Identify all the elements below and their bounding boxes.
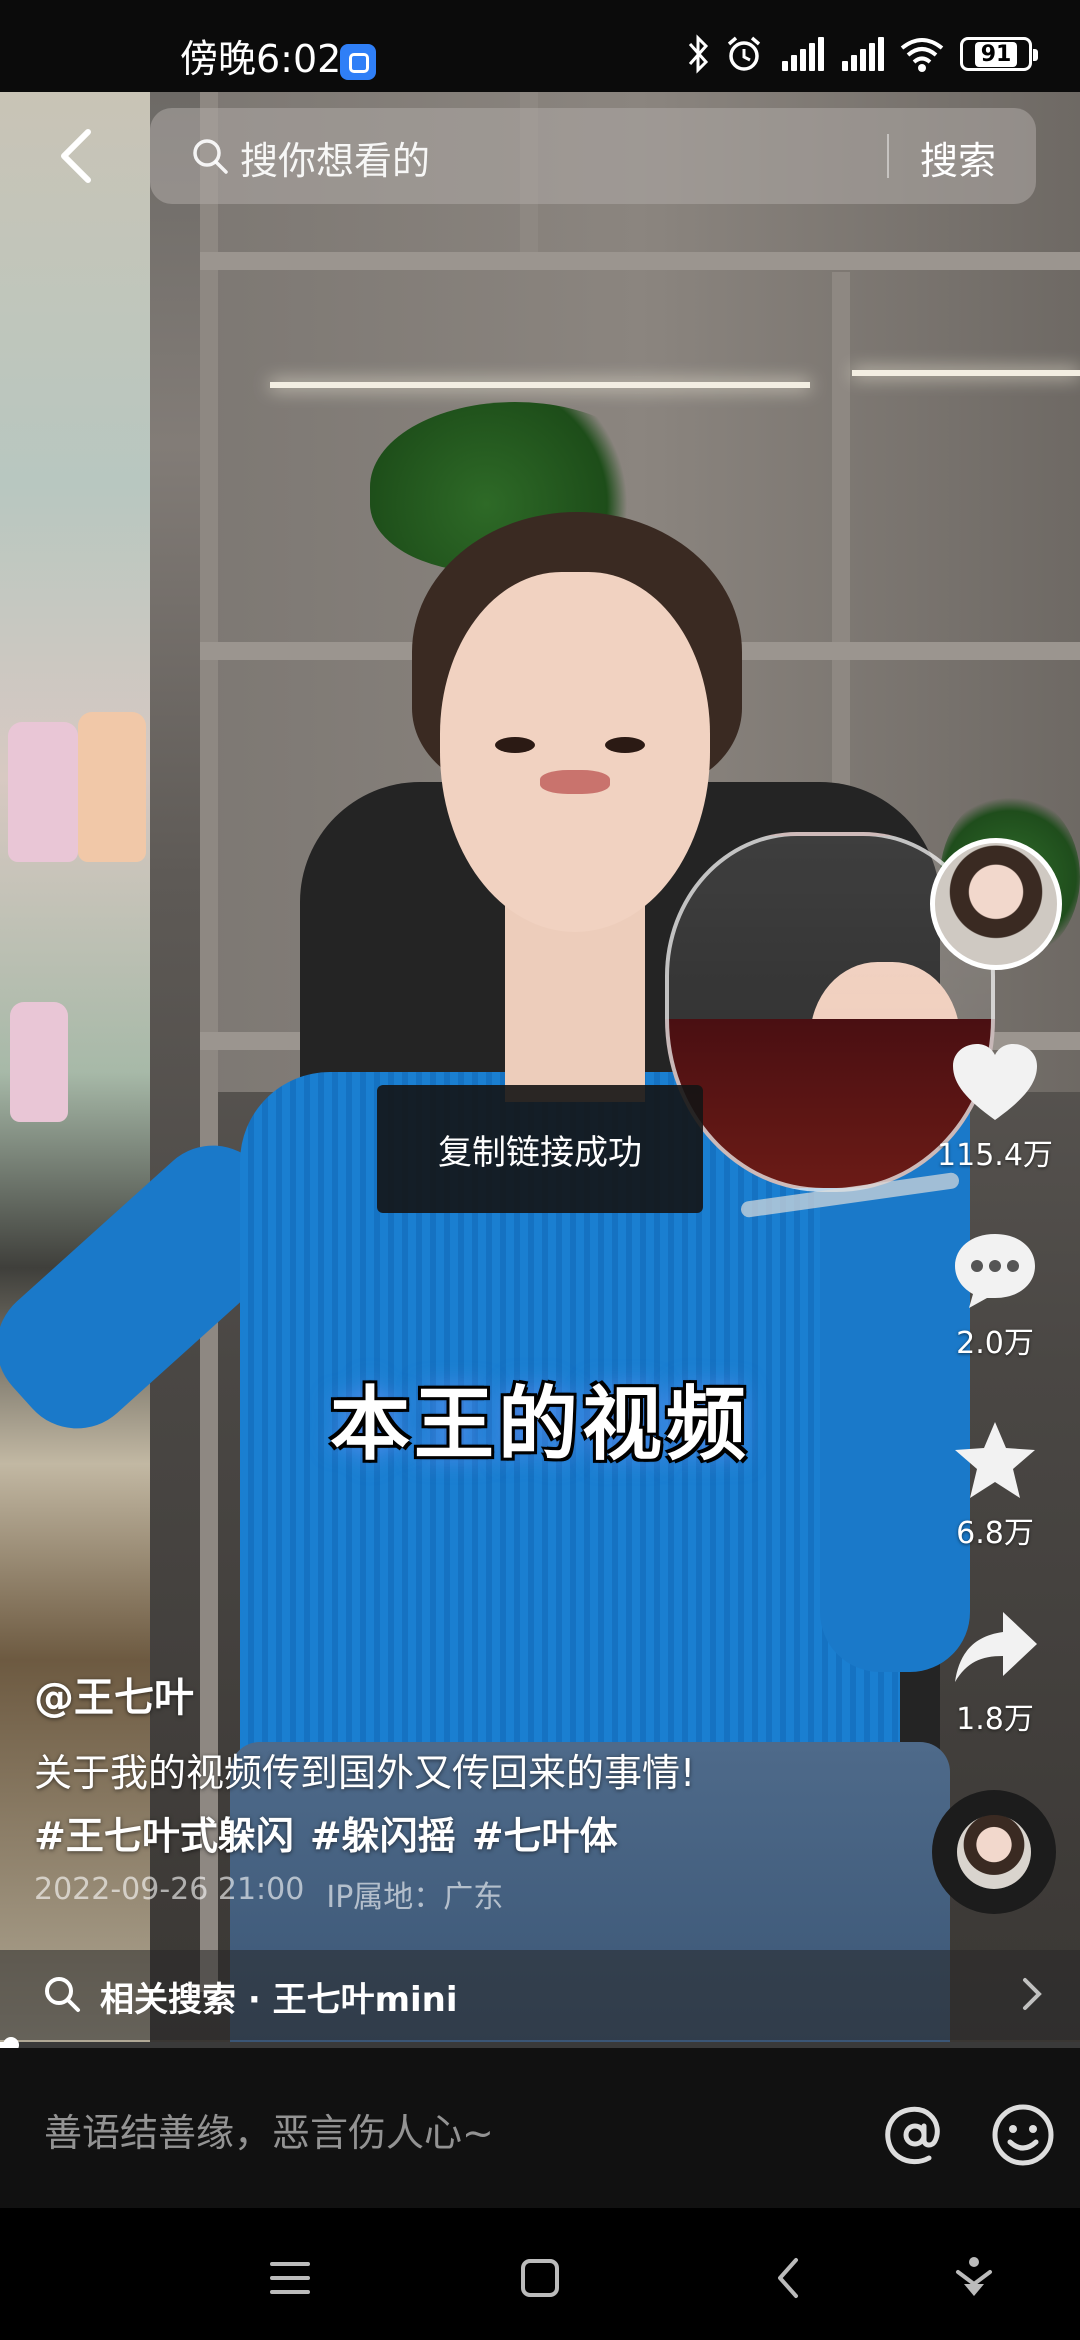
- wifi-icon: [900, 38, 944, 72]
- music-disc[interactable]: [932, 1790, 1056, 1914]
- author-name[interactable]: @王七叶: [34, 1665, 194, 1723]
- star-icon: [955, 1422, 1035, 1498]
- post-meta: 2022-09-26 21:00 IP属地：广东: [34, 1872, 503, 1916]
- mention-button[interactable]: [880, 2100, 950, 2170]
- status-time: 傍晚6:02: [180, 37, 342, 81]
- person-face: [440, 572, 710, 932]
- search-placeholder: 搜你想看的: [240, 139, 431, 183]
- shelf-board: [200, 252, 1080, 270]
- comment-input[interactable]: 善语结善缘，恶言伤人心~: [44, 2102, 494, 2157]
- home-icon[interactable]: [510, 2248, 570, 2308]
- like-button[interactable]: 115.4万: [920, 1040, 1070, 1174]
- signal-hd-icon: [838, 37, 884, 71]
- assistant-icon[interactable]: [944, 2248, 1004, 2308]
- ip-location: IP属地：广东: [326, 1880, 504, 1915]
- shelf-light: [270, 382, 810, 388]
- battery-icon: 91: [960, 37, 1038, 71]
- comment-count: 2.0万: [956, 1326, 1034, 1361]
- search-divider: [887, 134, 889, 178]
- comment-bar: 善语结善缘，恶言伤人心~: [0, 2048, 1080, 2208]
- music-cover: [957, 1815, 1031, 1889]
- search-icon: [45, 1977, 80, 2012]
- person-eye: [605, 737, 645, 753]
- heart-icon: [953, 1044, 1037, 1120]
- post-datetime: 2022-09-26 21:00: [34, 1872, 305, 1907]
- status-bar: 傍晚6:02 91: [0, 0, 1080, 92]
- related-search-bar[interactable]: 相关搜索 · 王七叶mini: [0, 1950, 1080, 2040]
- favorite-button[interactable]: 6.8万: [920, 1418, 1070, 1552]
- hashtag[interactable]: #王七叶式躲闪: [34, 1805, 294, 1860]
- app-notification-icon: [340, 44, 376, 80]
- chevron-right-icon: [1023, 1978, 1042, 2010]
- post-description: 关于我的视频传到国外又传回来的事情!: [34, 1751, 696, 1795]
- person-eye: [495, 737, 535, 753]
- signal-hd-icon: [778, 37, 824, 71]
- related-search-text: 相关搜索 · 王七叶mini: [100, 1980, 458, 2020]
- share-button[interactable]: 1.8万: [920, 1604, 1070, 1738]
- like-count: 115.4万: [937, 1138, 1053, 1173]
- person-lips: [540, 770, 610, 794]
- hashtag-list: #王七叶式躲闪 #躲闪摇 #七叶体: [34, 1805, 618, 1860]
- alarm-icon: [727, 36, 761, 71]
- hashtag[interactable]: #躲闪摇: [310, 1805, 456, 1860]
- favorite-count: 6.8万: [956, 1516, 1034, 1551]
- search-input[interactable]: 搜你想看的 搜索: [150, 108, 1036, 204]
- search-icon: [193, 139, 228, 174]
- system-nav-bar: [0, 2208, 1080, 2340]
- menu-icon[interactable]: [260, 2248, 320, 2308]
- comment-button[interactable]: 2.0万: [920, 1228, 1070, 1362]
- at-icon: [885, 2106, 940, 2165]
- share-count: 1.8万: [956, 1702, 1034, 1737]
- toast-message: 复制链接成功: [377, 1085, 703, 1213]
- video-caption: 本王的视频: [330, 1378, 750, 1471]
- share-arrow-icon: [955, 1612, 1037, 1682]
- hashtag[interactable]: #七叶体: [472, 1805, 618, 1860]
- back-icon[interactable]: [760, 2248, 820, 2308]
- search-button[interactable]: 搜索: [920, 130, 996, 185]
- person-neck: [505, 902, 645, 1102]
- status-icons: 91: [686, 34, 1038, 74]
- battery-level: 91: [974, 41, 1018, 67]
- back-arrow-icon: [61, 129, 91, 183]
- emoji-icon[interactable]: [990, 2102, 1056, 2168]
- shelf-light: [852, 370, 1080, 376]
- creator-avatar[interactable]: [930, 838, 1062, 970]
- bluetooth-icon: [688, 34, 709, 74]
- back-button[interactable]: [46, 126, 106, 186]
- comment-icon: [955, 1234, 1035, 1308]
